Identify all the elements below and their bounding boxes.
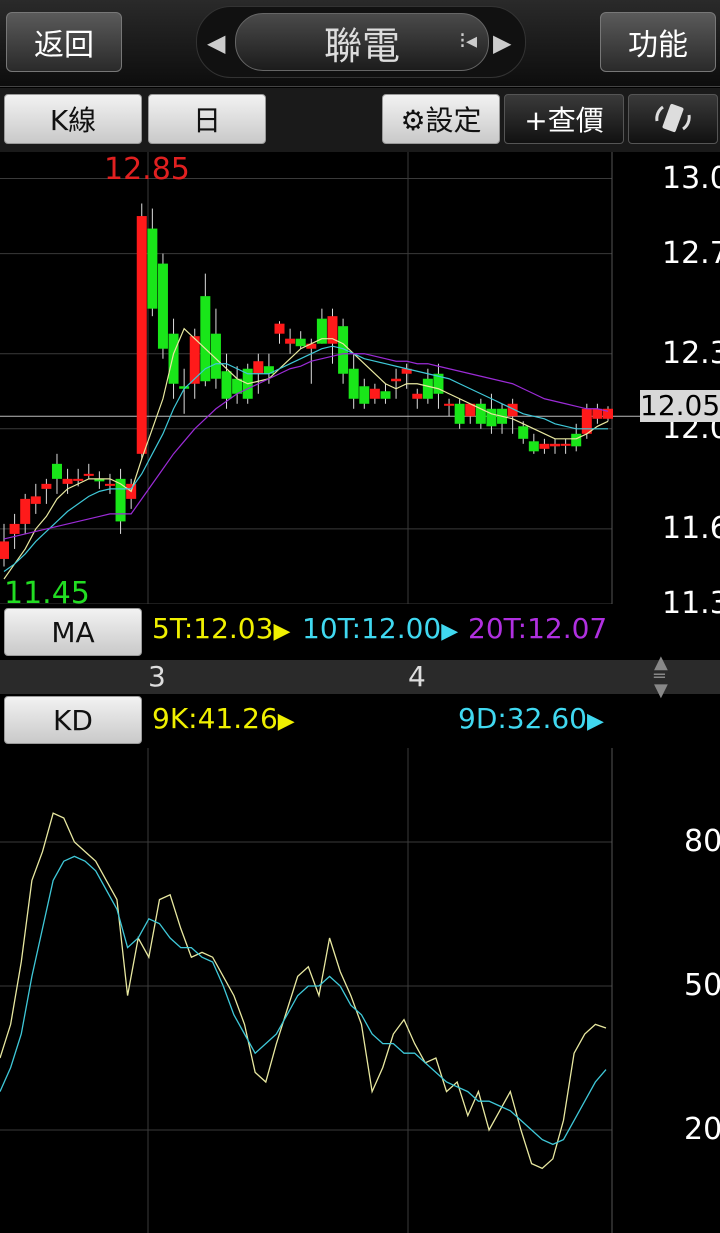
candle-body [571,433,582,447]
candle-body [83,473,94,476]
candle-body [30,496,41,504]
ma20-value: 20T:12.07 [468,612,608,645]
kline-button[interactable]: K線 [4,94,142,144]
time-label-3: 3 [148,660,166,693]
chart-toolbar: K線 日 ⚙設定 +查價 [0,88,720,152]
stock-name: 聯電 [323,23,400,68]
candle-body [422,378,433,399]
kd-button[interactable]: KD [4,696,142,744]
candle-body [454,403,465,424]
candle-body [168,333,179,384]
period-button[interactable]: 日 [148,94,266,144]
candle-body [391,378,402,382]
function-button[interactable]: 功能 [600,12,716,72]
top-bar: 返回 ◀ 聯電 ⁝◂ ▶ 功能 [0,0,720,87]
ma-button[interactable]: MA [4,608,142,656]
candle-body [592,408,603,419]
time-label-4: 4 [408,660,426,693]
settings-button[interactable]: ⚙設定 [382,94,500,144]
current-price-tag: 12.05 [640,389,720,422]
price-tick-label: 12.3 [662,335,720,371]
candle-body [369,388,380,399]
candle-body [274,323,285,334]
candle-body [285,338,296,344]
candle-body [518,426,529,439]
prev-stock-icon[interactable]: ◀ [207,29,225,57]
candle-body [115,478,126,522]
price-tick-label: 11.3 [662,586,720,621]
high-price-label: 12.85 [104,152,190,187]
kd-tick-label: 20 [684,1112,720,1147]
ma5-line [3,327,609,580]
price-tick-label: 12.7 [662,235,720,271]
kd-tick-label: 80 [684,824,720,859]
candle-body [295,338,306,347]
candle-body [486,408,497,427]
candle-body [253,361,264,374]
candle-body [412,393,423,399]
resize-handle-icon[interactable]: ▲ ═ ▼ [654,654,668,700]
time-axis-bar[interactable]: 3 4 ▲ ═ ▼ [0,654,720,700]
quote-button[interactable]: +查價 [504,94,624,144]
candle-body [348,368,359,399]
drag-handle-icon[interactable]: ⁝◂ [459,29,477,54]
stock-selector: ◀ 聯電 ⁝◂ ▶ [196,6,526,78]
candle-body [41,483,52,489]
candle-body [9,523,20,534]
candle-body [560,443,571,446]
candle-body [359,386,370,404]
candle-body [147,228,158,309]
ma10-value: 10T:12.00▶ [302,612,459,645]
candle-body [51,463,62,479]
price-chart [0,152,640,604]
candle-body [327,316,338,344]
k-value: 9K:41.26▶ [152,702,295,735]
candle-body [539,443,550,449]
candle-body [73,478,84,481]
ma5-value: 5T:12.03▶ [152,612,291,645]
candle-body [104,483,115,486]
candle-body [20,498,31,524]
candle-body [380,391,391,399]
candle-body [0,541,9,559]
candle-body [136,216,147,454]
price-tick-label: 11.6 [662,510,720,546]
back-button[interactable]: 返回 [6,12,122,72]
candle-body [189,336,200,384]
next-stock-icon[interactable]: ▶ [493,29,511,57]
rotate-screen-button[interactable] [628,94,718,144]
rotate-screen-icon [655,103,691,133]
price-tick-label: 13.0 [662,160,720,196]
kd-chart [0,748,613,1233]
kd-tick-label: 50 [684,968,720,1003]
ma20-line [3,353,609,540]
candle-body [528,441,539,452]
candle-body [306,343,317,349]
ma10-line [3,345,608,572]
stock-title[interactable]: 聯電 [235,13,489,71]
candle-body [550,443,561,447]
candle-body [581,408,592,434]
candle-body [62,478,73,484]
candle-body [444,403,455,406]
d-line [0,855,607,1146]
d-value: 9D:32.60▶ [458,702,604,735]
candle-body [157,263,168,349]
candle-body [221,371,232,399]
